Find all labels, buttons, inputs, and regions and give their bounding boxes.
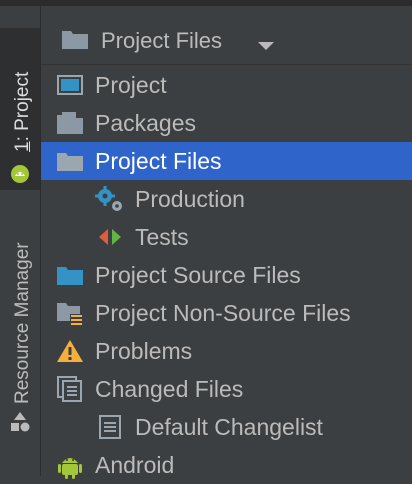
list-item-packages[interactable]: Packages	[41, 104, 412, 142]
list-item-label: Changed Files	[95, 375, 244, 402]
project-view-header: Project Files	[41, 6, 412, 65]
folder-icon	[61, 28, 89, 55]
chevron-down-icon[interactable]	[257, 38, 275, 56]
tool-window-strip: 1: Project Resource Manager	[0, 6, 41, 476]
list-item-label: Project Non-Source Files	[95, 299, 351, 326]
list-item-default-changelist[interactable]: Default Changelist	[41, 408, 412, 446]
list-item-label: Project Source Files	[95, 261, 301, 288]
project-view-list: Project Packages Project Files Productio…	[41, 66, 412, 484]
gears-icon	[93, 184, 127, 214]
list-item-label: Tests	[135, 223, 189, 250]
list-item-tests[interactable]: Tests	[41, 218, 412, 256]
list-item-project-non-source-files[interactable]: Project Non-Source Files	[41, 294, 412, 332]
list-item-problems[interactable]: Problems	[41, 332, 412, 370]
list-item-label: Android	[95, 451, 175, 478]
android-icon	[10, 164, 30, 189]
list-item-label: Default Changelist	[135, 413, 323, 440]
tests-arrows-icon	[93, 222, 127, 252]
packages-folder-icon	[53, 108, 87, 138]
list-item-label: Project Files	[95, 147, 222, 174]
non-source-folder-icon	[53, 298, 87, 328]
source-folder-icon	[53, 260, 87, 290]
list-item-project-source-files[interactable]: Project Source Files	[41, 256, 412, 294]
resource-manager-label: Resource Manager	[12, 242, 33, 404]
project-view-icon	[53, 70, 87, 100]
project-tool-window-label: 1: Project	[12, 71, 33, 152]
changed-files-icon	[53, 374, 87, 404]
list-item-project[interactable]: Project	[41, 66, 412, 104]
list-item-label: Production	[135, 185, 245, 212]
list-item-android[interactable]: Android	[41, 446, 412, 484]
list-item-production[interactable]: Production	[41, 180, 412, 218]
warning-icon	[53, 336, 87, 366]
project-tool-window-button[interactable]: 1: Project	[0, 28, 40, 190]
list-item-label: Problems	[95, 337, 193, 364]
view-selector-dropdown[interactable]: Project Files	[101, 28, 222, 54]
list-item-label: Project	[95, 71, 167, 98]
shapes-icon	[8, 410, 32, 439]
list-item-label: Packages	[95, 109, 197, 136]
changelist-icon	[93, 412, 127, 442]
folder-icon	[53, 146, 87, 176]
list-item-project-files[interactable]: Project Files	[41, 142, 412, 180]
list-item-changed-files[interactable]: Changed Files	[41, 370, 412, 408]
